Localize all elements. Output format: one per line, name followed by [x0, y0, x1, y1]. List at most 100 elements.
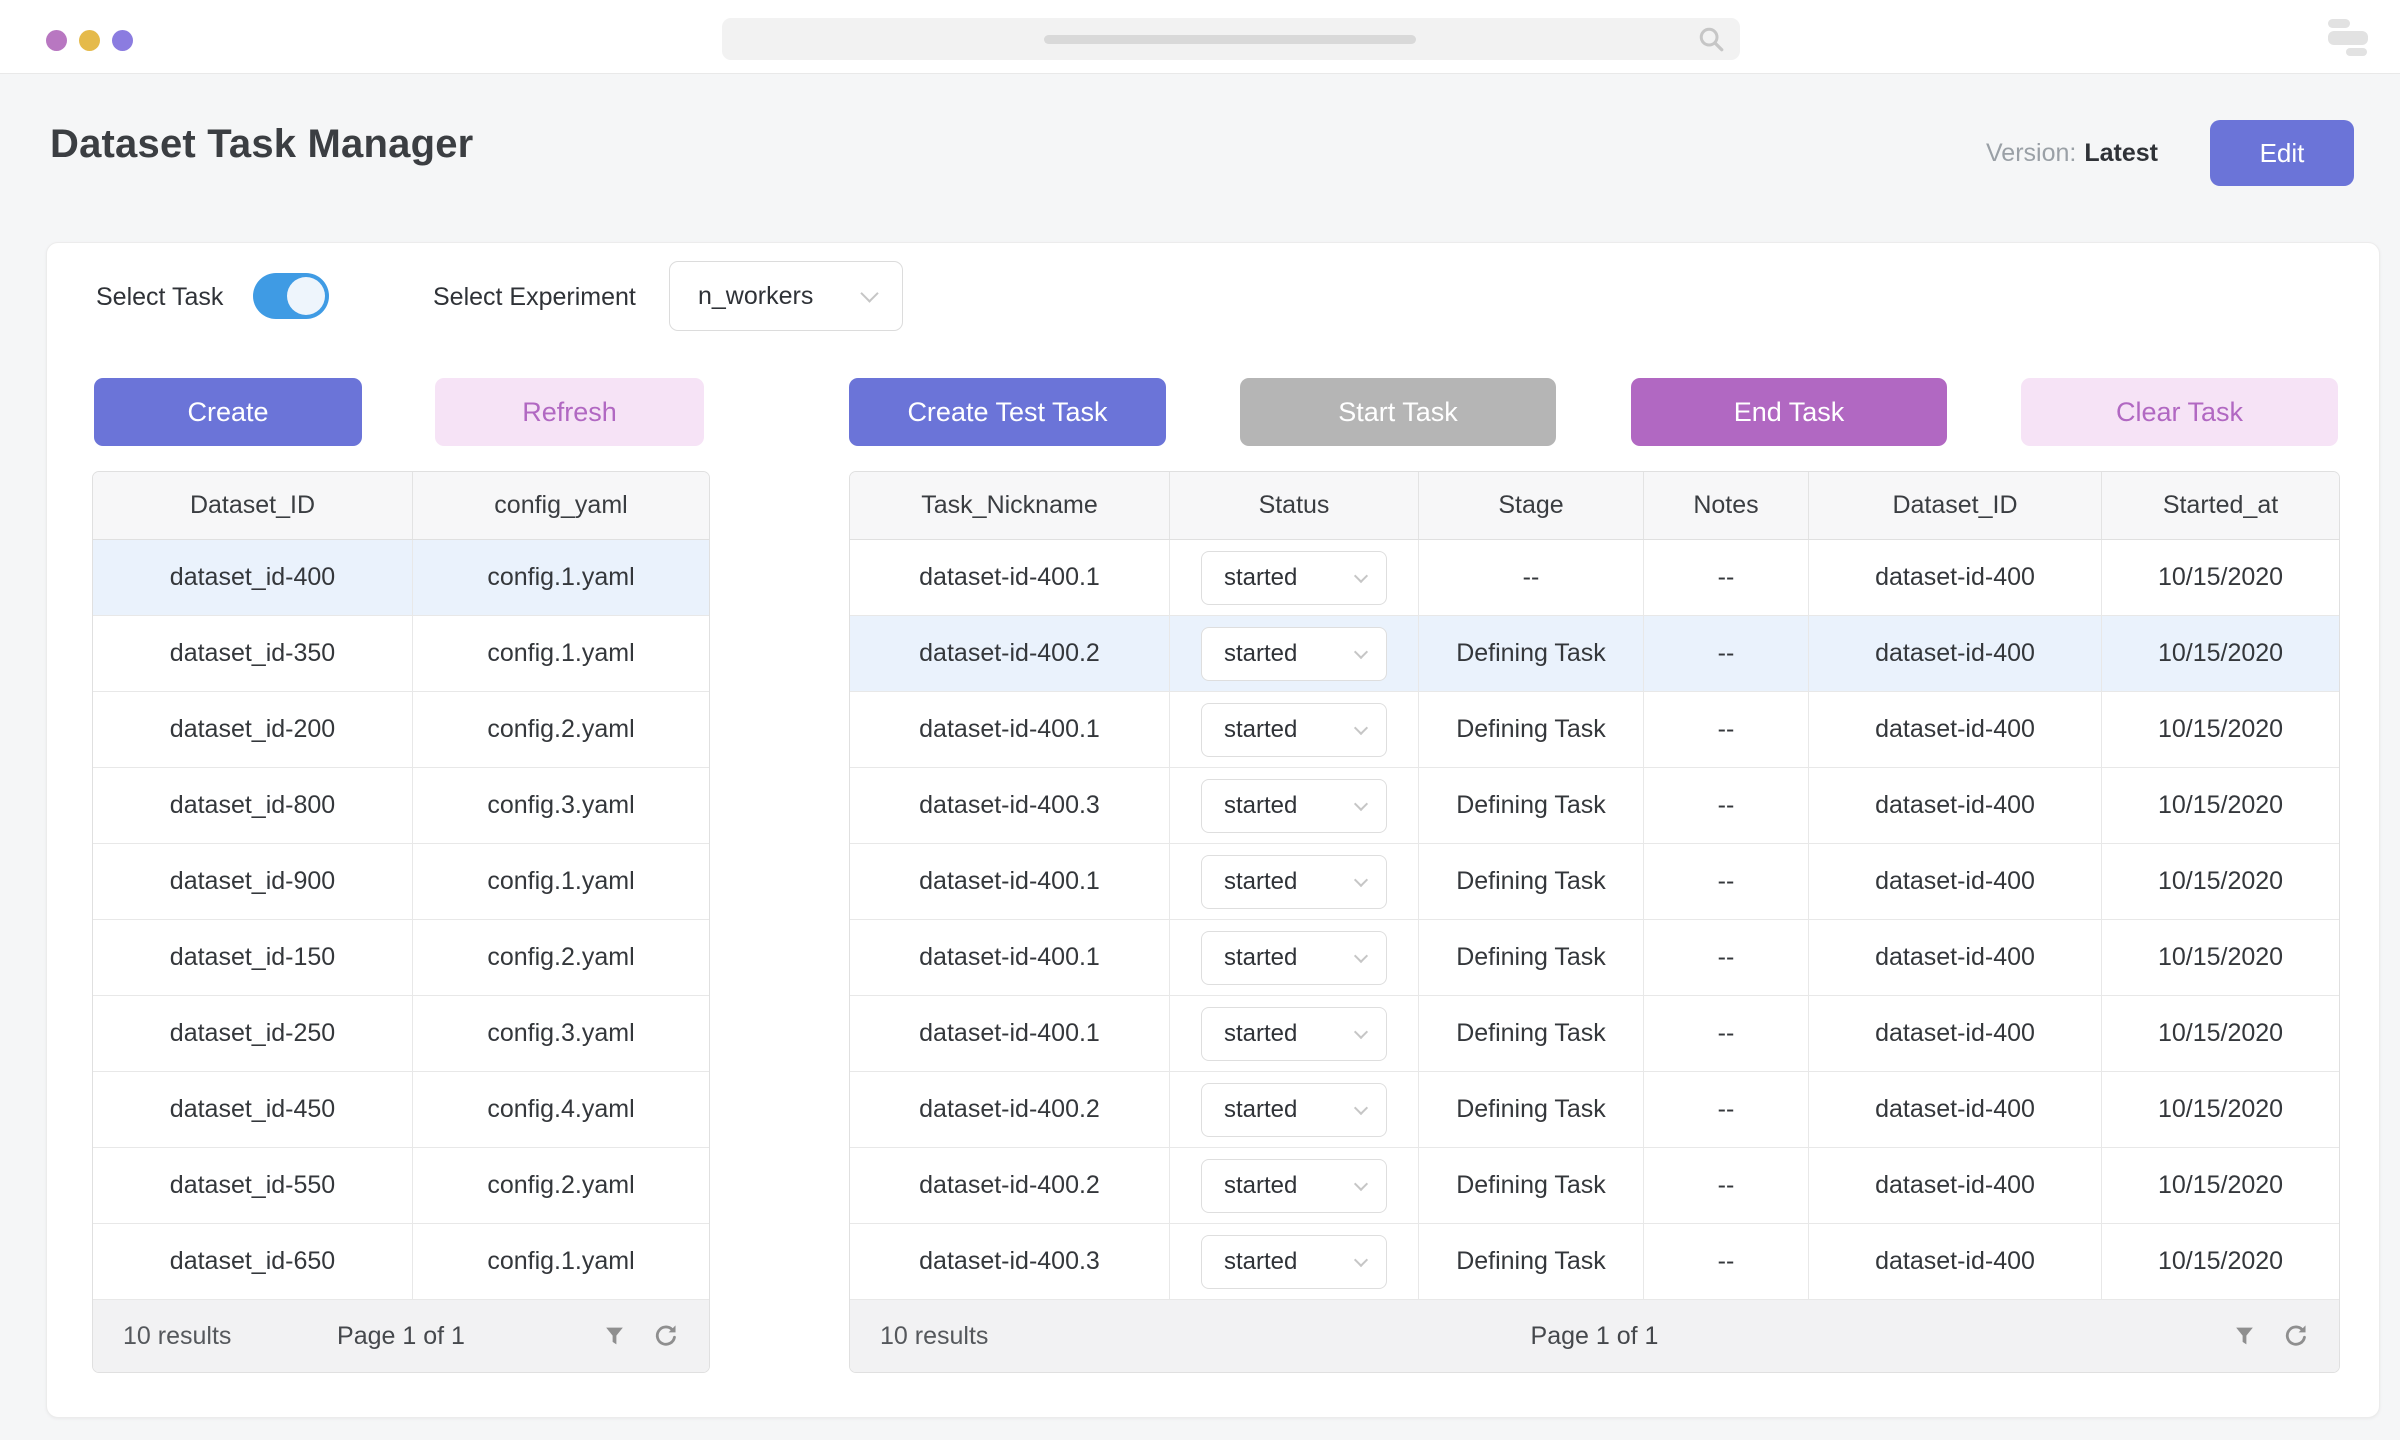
refresh-icon[interactable]	[653, 1323, 679, 1349]
table-row[interactable]: dataset_id-200config.2.yaml	[93, 692, 709, 768]
end-task-button[interactable]: End Task	[1631, 378, 1947, 446]
window-dot-violet[interactable]	[112, 30, 133, 51]
started-at-cell: 10/15/2020	[2102, 1224, 2339, 1299]
table-row[interactable]: dataset-id-400.3startedDefining Task--da…	[850, 768, 2339, 844]
refresh-button[interactable]: Refresh	[435, 378, 704, 446]
status-select[interactable]: started	[1201, 1007, 1387, 1061]
table-row[interactable]: dataset-id-400.2startedDefining Task--da…	[850, 1148, 2339, 1224]
version-label: Version:	[1986, 139, 2076, 167]
window-dot-gold[interactable]	[79, 30, 100, 51]
status-select-value: started	[1224, 1020, 1297, 1048]
stage-cell: Defining Task	[1419, 1072, 1644, 1147]
status-cell: started	[1170, 692, 1419, 767]
chevron-down-icon	[1354, 948, 1368, 962]
status-select[interactable]: started	[1201, 1159, 1387, 1213]
started-at-cell: 10/15/2020	[2102, 1148, 2339, 1223]
window-dot-purple[interactable]	[46, 30, 67, 51]
column-header-status[interactable]: Status	[1170, 472, 1419, 539]
experiment-select[interactable]: n_workers	[669, 261, 903, 331]
status-select[interactable]: started	[1201, 703, 1387, 757]
table-row[interactable]: dataset_id-400config.1.yaml	[93, 540, 709, 616]
filter-icon[interactable]	[602, 1324, 627, 1349]
stage-cell: Defining Task	[1419, 768, 1644, 843]
stage-cell: Defining Task	[1419, 844, 1644, 919]
notes-cell: --	[1644, 616, 1809, 691]
stage-cell: --	[1419, 540, 1644, 615]
table-row[interactable]: dataset-id-400.2startedDefining Task--da…	[850, 616, 2339, 692]
config-yaml-cell: config.1.yaml	[413, 616, 709, 691]
column-header-notes[interactable]: Notes	[1644, 472, 1809, 539]
table-row[interactable]: dataset-id-400.2startedDefining Task--da…	[850, 1072, 2339, 1148]
table-row[interactable]: dataset_id-650config.1.yaml	[93, 1224, 709, 1300]
dataset-id-cell: dataset_id-550	[93, 1148, 413, 1223]
notes-cell: --	[1644, 920, 1809, 995]
notes-cell: --	[1644, 1072, 1809, 1147]
table-row[interactable]: dataset-id-400.1startedDefining Task--da…	[850, 844, 2339, 920]
dataset-id-cell: dataset_id-150	[93, 920, 413, 995]
start-task-button[interactable]: Start Task	[1240, 378, 1556, 446]
datasets-table-header: Dataset_ID config_yaml	[93, 472, 709, 540]
table-row[interactable]: dataset_id-250config.3.yaml	[93, 996, 709, 1072]
started-at-cell: 10/15/2020	[2102, 920, 2339, 995]
chevron-down-icon	[1354, 872, 1368, 886]
table-row[interactable]: dataset-id-400.3startedDefining Task--da…	[850, 1224, 2339, 1300]
create-test-task-button[interactable]: Create Test Task	[849, 378, 1166, 446]
config-yaml-cell: config.2.yaml	[413, 920, 709, 995]
main-panel: Select Task Select Experiment n_workers …	[46, 242, 2380, 1418]
status-cell: started	[1170, 616, 1419, 691]
edit-button[interactable]: Edit	[2210, 120, 2354, 186]
column-header-config-yaml[interactable]: config_yaml	[413, 472, 709, 539]
dataset-id-cell: dataset_id-800	[93, 768, 413, 843]
dataset-id-cell: dataset-id-400	[1809, 1224, 2102, 1299]
search-icon[interactable]	[1696, 24, 1726, 54]
create-button[interactable]: Create	[94, 378, 362, 446]
page-indicator: Page 1 of 1	[1531, 1322, 1659, 1351]
config-yaml-cell: config.1.yaml	[413, 844, 709, 919]
chevron-down-icon	[860, 284, 878, 302]
dataset-id-cell: dataset-id-400	[1809, 540, 2102, 615]
table-row[interactable]: dataset_id-900config.1.yaml	[93, 844, 709, 920]
dataset-id-cell: dataset-id-400	[1809, 920, 2102, 995]
status-select[interactable]: started	[1201, 551, 1387, 605]
status-select[interactable]: started	[1201, 627, 1387, 681]
status-select[interactable]: started	[1201, 779, 1387, 833]
refresh-icon[interactable]	[2283, 1323, 2309, 1349]
column-header-dataset-id[interactable]: Dataset_ID	[1809, 472, 2102, 539]
datasets-table: Dataset_ID config_yaml dataset_id-400con…	[92, 471, 710, 1373]
column-header-dataset-id[interactable]: Dataset_ID	[93, 472, 413, 539]
select-task-toggle[interactable]	[253, 273, 329, 319]
stage-cell: Defining Task	[1419, 692, 1644, 767]
column-header-started-at[interactable]: Started_at	[2102, 472, 2339, 539]
tasks-table-footer: 10 results Page 1 of 1	[850, 1300, 2339, 1372]
table-row[interactable]: dataset_id-450config.4.yaml	[93, 1072, 709, 1148]
filter-icon[interactable]	[2232, 1324, 2257, 1349]
table-row[interactable]: dataset-id-400.1startedDefining Task--da…	[850, 692, 2339, 768]
column-header-task-nickname[interactable]: Task_Nickname	[850, 472, 1170, 539]
results-count: 10 results	[880, 1322, 988, 1351]
table-row[interactable]: dataset_id-800config.3.yaml	[93, 768, 709, 844]
status-cell: started	[1170, 996, 1419, 1071]
window-menu-icon[interactable]	[2328, 19, 2370, 55]
status-select[interactable]: started	[1201, 1083, 1387, 1137]
clear-task-button[interactable]: Clear Task	[2021, 378, 2338, 446]
status-select[interactable]: started	[1201, 855, 1387, 909]
table-row[interactable]: dataset-id-400.1startedDefining Task--da…	[850, 920, 2339, 996]
config-yaml-cell: config.1.yaml	[413, 540, 709, 615]
table-row[interactable]: dataset-id-400.1startedDefining Task--da…	[850, 996, 2339, 1072]
column-header-stage[interactable]: Stage	[1419, 472, 1644, 539]
notes-cell: --	[1644, 1148, 1809, 1223]
status-select-value: started	[1224, 1248, 1297, 1276]
table-row[interactable]: dataset_id-150config.2.yaml	[93, 920, 709, 996]
task-nickname-cell: dataset-id-400.1	[850, 844, 1170, 919]
table-row[interactable]: dataset_id-350config.1.yaml	[93, 616, 709, 692]
status-select[interactable]: started	[1201, 931, 1387, 985]
table-row[interactable]: dataset_id-550config.2.yaml	[93, 1148, 709, 1224]
browser-search-bar[interactable]	[722, 18, 1740, 60]
dataset-id-cell: dataset-id-400	[1809, 996, 2102, 1071]
status-select[interactable]: started	[1201, 1235, 1387, 1289]
dataset-id-cell: dataset_id-200	[93, 692, 413, 767]
chevron-down-icon	[1354, 720, 1368, 734]
config-yaml-cell: config.1.yaml	[413, 1224, 709, 1299]
chevron-down-icon	[1354, 796, 1368, 810]
table-row[interactable]: dataset-id-400.1started----dataset-id-40…	[850, 540, 2339, 616]
